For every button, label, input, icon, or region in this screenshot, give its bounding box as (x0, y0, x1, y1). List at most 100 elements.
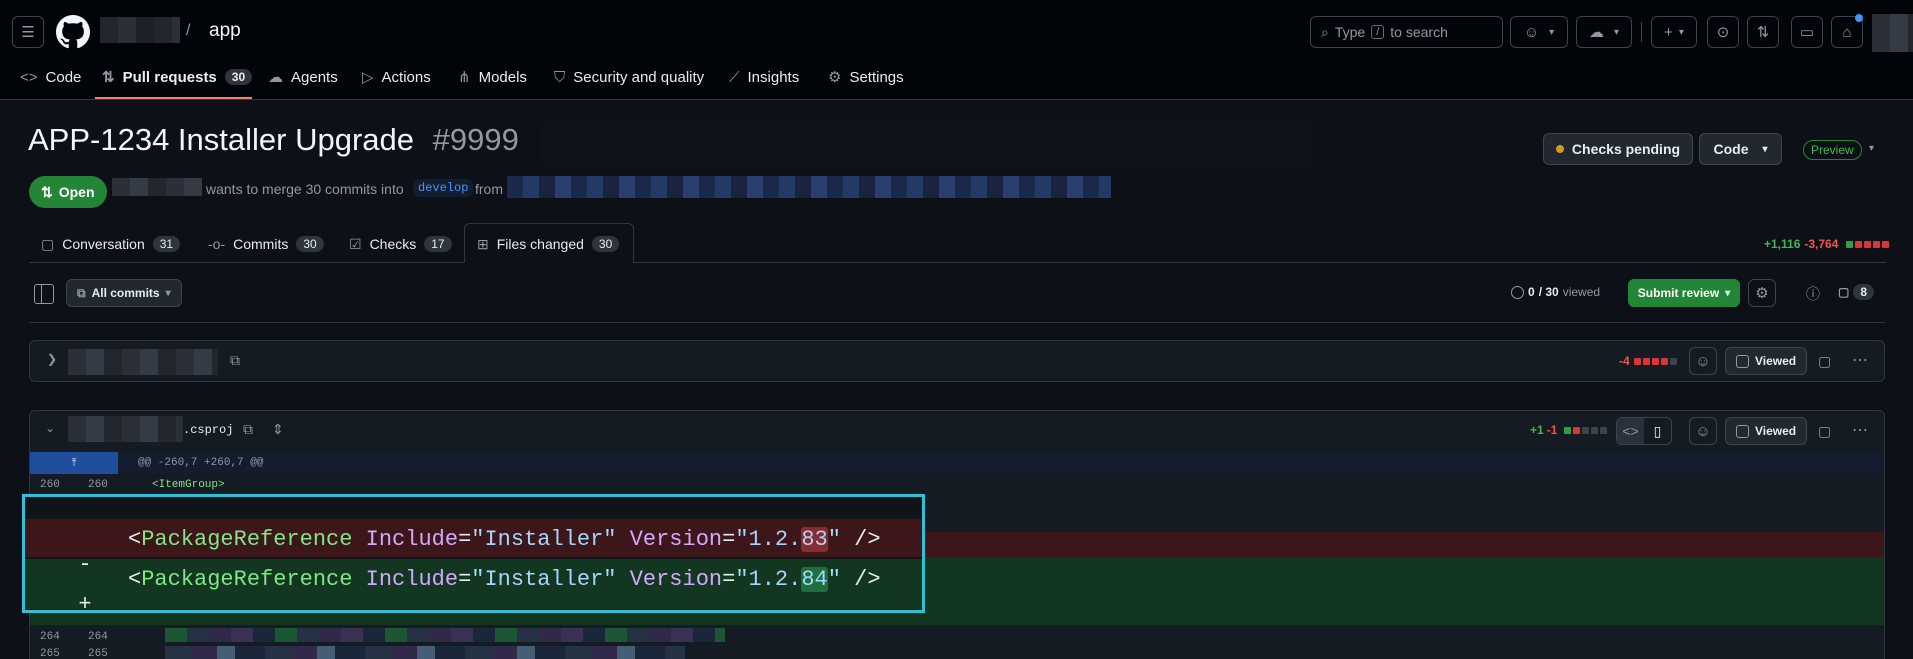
diff-settings-button[interactable]: ⚙ (1748, 279, 1776, 307)
pr-count-badge: 30 (224, 69, 253, 85)
file-additions: +1 (1530, 423, 1544, 437)
viewed-checkbox[interactable]: Viewed (1725, 347, 1808, 375)
cloud-icon: ☁ (1588, 24, 1604, 41)
chevron-down-icon[interactable]: ⌄ (45, 421, 55, 435)
avatar[interactable] (1872, 14, 1913, 52)
tab-checks[interactable]: ☑ Checks 17 (349, 228, 452, 260)
pull-requests-button[interactable]: ⇅ (1747, 16, 1779, 48)
status-badge: ⇅ Open (29, 176, 107, 208)
viewed-label: Viewed (1755, 424, 1797, 438)
old-line-number[interactable]: 265 (40, 648, 60, 659)
file-diff-icon: ⊞ (477, 235, 489, 252)
cloud-menu-button[interactable]: ☁ ▾ (1576, 16, 1632, 48)
base-branch[interactable]: develop (413, 179, 474, 197)
code-dropdown-button[interactable]: Code ▾ (1699, 133, 1782, 165)
play-icon: ▷ (362, 69, 374, 86)
commit-icon: -o- (208, 236, 226, 252)
github-logo-icon[interactable] (56, 15, 90, 49)
search-icon: ⌕ (1321, 23, 1329, 40)
expand-icon[interactable]: ⇕ (272, 421, 284, 438)
code-close: /> (854, 527, 881, 552)
nav-security[interactable]: ⛉ Security and quality (554, 64, 704, 90)
nav-label: Code (45, 68, 82, 86)
copilot-icon: ☺ (1695, 352, 1711, 370)
copilot-button[interactable]: ☺ (1689, 417, 1717, 445)
nav-agents[interactable]: ☁ Agents (268, 64, 338, 90)
search-input[interactable]: ⌕ Type / to search (1310, 16, 1503, 48)
nav-label: Actions (381, 68, 431, 86)
code-string: " (827, 527, 841, 552)
copilot-button[interactable]: ☺ (1689, 347, 1717, 375)
pr-number: #9999 (432, 122, 519, 157)
comment-icon[interactable]: ▢ (1818, 423, 1831, 440)
nav-code[interactable]: <> Code (20, 64, 81, 90)
comment-icon[interactable]: ▢ (1818, 353, 1831, 370)
inbox-icon: ⌂ (1842, 23, 1852, 41)
checks-pending-button[interactable]: Checks pending (1543, 133, 1693, 165)
nav-models[interactable]: ⋔ Models (458, 64, 527, 90)
tab-files-changed[interactable]: ⊞ Files changed 30 (477, 228, 620, 260)
nav-pull-requests[interactable]: ⇅ Pull requests 30 (102, 64, 253, 90)
file-collapsed (29, 340, 1885, 382)
diffstat-bar (1846, 240, 1890, 248)
issues-button[interactable]: ⊙ (1707, 16, 1739, 48)
submit-review-button[interactable]: Submit review ▾ (1628, 279, 1740, 307)
graph-icon: ⟋ (729, 68, 740, 86)
redacted-file-name[interactable] (68, 349, 218, 375)
status-label: Open (58, 184, 95, 200)
chevron-down-icon[interactable]: ▾ (1869, 143, 1874, 154)
menu-button[interactable]: ☰ (12, 16, 44, 48)
nav-actions[interactable]: ▷ Actions (362, 64, 431, 90)
source-view-icon[interactable]: <> (1617, 418, 1644, 444)
redacted-head-branch[interactable] (507, 176, 1111, 198)
pull-request-icon: ⇅ (41, 183, 53, 200)
expand-up-icon: ⤒ (71, 456, 77, 469)
copy-icon[interactable]: ⧉ (243, 421, 253, 438)
checkbox-icon (1736, 424, 1749, 438)
new-line-number[interactable]: 260 (88, 479, 108, 491)
new-line-number[interactable]: 264 (88, 631, 108, 643)
expand-up-button[interactable]: ⤒ (30, 452, 118, 474)
tab-commits[interactable]: -o- Commits 30 (208, 228, 324, 260)
comments-button[interactable]: ▢ 8 (1838, 284, 1875, 300)
tab-label: Checks (369, 236, 417, 252)
tab-label: Commits (233, 236, 289, 252)
submit-review-label: Submit review (1637, 286, 1720, 300)
code-attr: Include (365, 527, 459, 552)
blurred-code (165, 628, 725, 642)
kebab-icon[interactable]: ⋯ (1852, 420, 1868, 440)
redacted-file-name[interactable] (68, 416, 183, 442)
breadcrumb-separator: / (186, 22, 191, 39)
chevron-right-icon[interactable]: ❯ (47, 352, 57, 366)
old-line-number[interactable]: 264 (40, 631, 60, 643)
nav-settings[interactable]: ⚙ Settings (828, 64, 904, 90)
added-code: <PackageReference Include="Installer" Ve… (128, 567, 881, 592)
nav-insights[interactable]: ⟋ Insights (729, 64, 799, 90)
tab-count: 31 (152, 236, 181, 252)
file-name-suffix: .csproj (183, 423, 234, 437)
copilot-button[interactable]: ☺ ▾ (1510, 16, 1568, 48)
copilot-icon: ☺ (1523, 23, 1540, 41)
copy-icon[interactable]: ⧉ (230, 352, 240, 369)
file-diffstat: +1 -1 (1530, 423, 1608, 437)
repositories-button[interactable]: ▭ (1791, 16, 1823, 48)
pull-request-icon: ⇅ (1756, 24, 1770, 41)
old-line-number[interactable]: 260 (40, 479, 60, 491)
viewed-label: viewed (1562, 285, 1601, 299)
code-icon: <> (20, 68, 38, 86)
file-tree-toggle-icon[interactable] (34, 284, 54, 304)
viewed-checkbox[interactable]: Viewed (1725, 417, 1808, 445)
repo-name[interactable]: app (209, 20, 241, 42)
copilot-icon: ☺ (1695, 422, 1711, 440)
tab-conversation[interactable]: ▢ Conversation 31 (41, 228, 181, 260)
kebab-icon[interactable]: ⋯ (1852, 350, 1868, 370)
code-close: /> (854, 567, 881, 592)
info-icon[interactable]: ⓘ (1806, 284, 1820, 304)
viewed-progress: 0 / 30 viewed (1511, 285, 1600, 299)
code-tag: PackageReference (141, 527, 353, 552)
all-commits-dropdown[interactable]: ⧉ All commits ▾ (66, 279, 182, 307)
new-line-number[interactable]: 265 (88, 648, 108, 659)
rich-view-icon[interactable]: ▯ (1644, 418, 1671, 444)
preview-badge[interactable]: Preview (1803, 140, 1862, 160)
create-new-button[interactable]: + ▾ (1651, 16, 1697, 48)
